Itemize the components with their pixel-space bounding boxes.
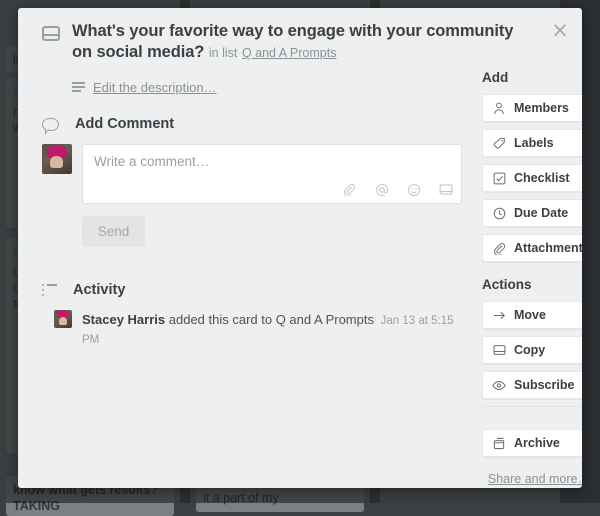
activity-item: Stacey Harris added this card to Q and A… [54,310,462,349]
mention-icon[interactable] [374,182,389,197]
sidebar-item-label: Subscribe [514,378,575,392]
card-main-column: Add Comment Write a comment… Send Activi… [42,116,462,349]
comment-placeholder: Write a comment… [94,154,210,169]
checklist-icon [492,171,506,185]
sidebar-item-attachment[interactable]: Attachment [482,234,582,262]
comment-composer: Write a comment… [42,144,462,204]
activity-header: Activity [42,282,462,298]
sidebar-item-label: Due Date [514,206,569,220]
sidebar-item-move[interactable]: Move [482,301,582,329]
card-title-block: What's your favorite way to engage with … [72,21,522,64]
emoji-icon[interactable] [406,182,421,197]
avatar[interactable] [54,310,72,328]
arrow-right-icon [492,308,506,322]
add-comment-title: Add Comment [75,116,175,132]
activity-text: Stacey Harris added this card to Q and A… [82,310,462,349]
actions-section-heading: Actions [482,277,532,292]
in-list-label: in list [208,46,238,60]
sidebar-item-label: Checklist [514,171,570,185]
paperclip-icon [492,241,506,255]
comment-toolbar [342,182,453,197]
sidebar-item-label: Members [514,101,569,115]
description-icon [72,82,85,93]
card-detail-modal: × What's your favorite way to engage wit… [18,8,582,488]
share-and-more-link[interactable]: Share and more… [482,472,582,486]
sidebar-item-label: Move [514,308,546,322]
sidebar-item-due-date[interactable]: Due Date [482,199,582,227]
activity-title: Activity [73,282,126,298]
eye-icon [492,378,506,392]
add-comment-header: Add Comment [42,116,462,135]
clock-icon [492,206,506,220]
speech-bubble-icon [42,117,59,135]
card-sidebar: Add Members Labels Checklist Due Date At… [482,70,582,486]
card-attach-icon[interactable] [438,182,453,197]
activity-section: Activity Stacey Harris added this card t… [42,282,462,349]
sidebar-item-checklist[interactable]: Checklist [482,164,582,192]
sidebar-item-subscribe[interactable]: Subscribe [482,371,582,399]
sidebar-item-label: Copy [514,343,546,357]
add-section-heading: Add [482,70,509,85]
send-button[interactable]: Send [82,216,145,247]
sidebar-item-copy[interactable]: Copy [482,336,582,364]
sidebar-item-labels[interactable]: Labels [482,129,582,157]
attachment-icon[interactable] [342,182,357,197]
sidebar-item-label: Attachment [514,241,582,255]
comment-input[interactable]: Write a comment… [82,144,462,204]
sidebar-divider [482,406,582,418]
label-tag-icon [492,136,506,150]
activity-action: added this card to Q and A Prompts [168,312,374,327]
copy-card-icon [492,343,506,357]
avatar [42,144,72,174]
sidebar-item-members[interactable]: Members [482,94,582,122]
archive-box-icon [492,436,506,450]
edit-description-row[interactable]: Edit the description… [72,80,217,95]
card-icon [42,26,60,41]
edit-description-link[interactable]: Edit the description… [93,80,217,95]
sidebar-item-label: Archive [514,436,560,450]
sidebar-item-label: Labels [514,136,554,150]
list-name-link[interactable]: Q and A Prompts [242,46,337,60]
card-header: What's your favorite way to engage with … [18,8,582,64]
activity-list-icon [42,284,57,296]
member-icon [492,101,506,115]
sidebar-item-archive[interactable]: Archive [482,429,582,457]
activity-user[interactable]: Stacey Harris [82,312,165,327]
